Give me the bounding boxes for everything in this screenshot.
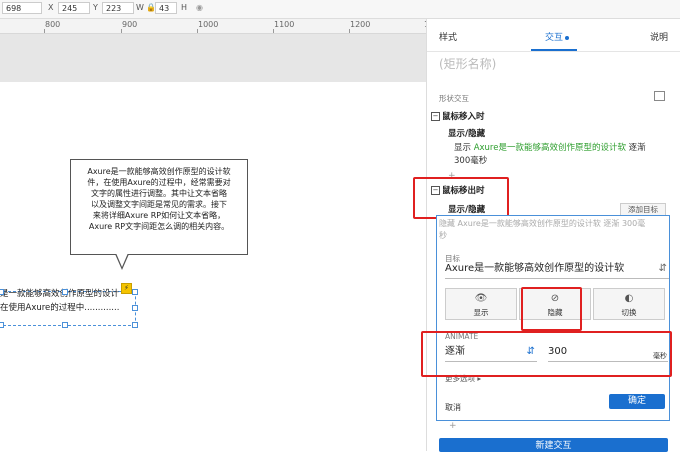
action-summary: 隐藏 Axure是一款能够高效创作原型的设计软 逐渐 300毫 秒 bbox=[439, 218, 667, 242]
property-toolbar: 698 X 245 Y 223 W 🔒 43 H ◉ bbox=[0, 0, 680, 19]
shape-name-field[interactable]: (矩形名称) bbox=[439, 55, 496, 72]
callout-line: Axure RP文字间距怎么调的相关内容。 bbox=[88, 222, 230, 231]
ruler-label: 1200 bbox=[350, 20, 371, 29]
highlight-box bbox=[421, 331, 672, 377]
w-label: W bbox=[136, 3, 144, 12]
x-field[interactable]: 698 bbox=[2, 2, 42, 14]
eye-icon[interactable]: ◉ bbox=[196, 2, 203, 14]
ruler-label: 900 bbox=[122, 20, 138, 29]
callout-line: 以及调整文字间距是常见的需求。接下 bbox=[91, 200, 227, 209]
ruler-label: 1000 bbox=[198, 20, 219, 29]
add-interaction-icon[interactable]: + bbox=[449, 421, 457, 431]
ruler-label: 800 bbox=[45, 20, 61, 29]
callout-line: Axure是一款能够高效创作原型的设计软 bbox=[87, 167, 231, 176]
tab-interactions[interactable]: 交互 bbox=[545, 30, 570, 43]
callout-line: 来将详细Axure RP如何让文本省略， bbox=[92, 211, 226, 220]
action-duration: 300毫秒 bbox=[454, 156, 488, 166]
tab-notes[interactable]: 说明 bbox=[650, 30, 668, 43]
tab-style[interactable]: 样式 bbox=[439, 30, 457, 43]
select-arrows-icon: ⇵ bbox=[658, 263, 667, 274]
resize-handle[interactable] bbox=[132, 305, 138, 311]
cancel-button[interactable]: 取消 bbox=[445, 402, 461, 413]
action-target: Axure是一款能够高效创作原型的设计软 bbox=[473, 143, 626, 153]
y-label: Y bbox=[93, 3, 98, 12]
resize-handle[interactable] bbox=[62, 322, 68, 328]
w-field[interactable]: 223 bbox=[102, 2, 134, 14]
h-field[interactable]: 43 bbox=[155, 2, 177, 14]
selected-rectangle-text: 是一款能够高效创作原型的设计 在使用Axure的过程中............. bbox=[0, 287, 119, 315]
highlight-box bbox=[521, 287, 582, 331]
h-label: H bbox=[181, 3, 188, 12]
confirm-button[interactable]: 确定 bbox=[609, 394, 665, 409]
show-button[interactable]: 👁 显示 bbox=[445, 288, 517, 320]
eye-icon: 👁 bbox=[474, 293, 488, 304]
resize-handle[interactable] bbox=[132, 322, 138, 328]
x-label: X bbox=[48, 3, 54, 12]
callout-line: 件，在使用Axure的过程中，经常需要对 bbox=[87, 178, 231, 187]
section-header: 形状交互 bbox=[439, 94, 469, 103]
toggle-button[interactable]: ◐ 切换 bbox=[593, 288, 665, 320]
callout-shape[interactable]: Axure是一款能够高效创作原型的设计软 件，在使用Axure的过程中，经常需要… bbox=[70, 159, 248, 255]
active-dot-icon bbox=[565, 35, 570, 40]
selected-text-line1: 是一款能够高效创作原型的设计 bbox=[0, 289, 120, 299]
action-summary-line1: 隐藏 Axure是一款能够高效创作原型的设计软 逐渐 300毫 bbox=[439, 219, 646, 228]
callout-line: 文字的属性进行调整。其中让文本省略 bbox=[91, 189, 227, 198]
toggle-button-label: 切换 bbox=[621, 308, 637, 317]
action-detail[interactable]: 显示 Axure是一款能够高效创作原型的设计软 逐渐 300毫秒 bbox=[454, 142, 674, 168]
ruler-label: 1100 bbox=[274, 20, 295, 29]
selected-text-line2: 在使用Axure的过程中............. bbox=[0, 303, 120, 313]
event-mouse-enter[interactable]: 鼠标移入时 bbox=[442, 110, 485, 122]
new-interaction-button[interactable]: 新建交互 bbox=[439, 438, 668, 452]
resize-handle[interactable] bbox=[0, 322, 4, 328]
inspector-panel: 样式 交互 说明 (矩形名称) 形状交互 − 鼠标移入时 显示/隐藏 显示 Ax… bbox=[413, 19, 680, 452]
horizontal-ruler: 800 900 1000 1100 1200 1300 bbox=[0, 19, 444, 34]
lightning-icon: ⚡ bbox=[121, 283, 132, 294]
design-canvas[interactable]: 800 900 1000 1100 1200 1300 Axure是一款能够高效… bbox=[0, 19, 444, 451]
callout-tail-fill bbox=[116, 253, 128, 267]
panel-tabs: 样式 交互 说明 bbox=[427, 19, 680, 52]
show-button-label: 显示 bbox=[473, 308, 489, 317]
resize-handle[interactable] bbox=[0, 289, 4, 295]
collapse-icon[interactable]: − bbox=[431, 112, 440, 121]
action-verb: 显示 bbox=[454, 143, 474, 153]
action-show-hide[interactable]: 显示/隐藏 bbox=[448, 127, 485, 139]
highlight-box bbox=[413, 177, 509, 219]
resize-handle[interactable] bbox=[62, 289, 68, 295]
expand-icon[interactable] bbox=[654, 91, 665, 101]
action-animation: 逐渐 bbox=[625, 143, 646, 153]
canvas-gray-area bbox=[0, 34, 426, 82]
action-summary-line2: 秒 bbox=[439, 231, 447, 240]
y-field[interactable]: 245 bbox=[58, 2, 90, 14]
target-select-value: Axure是一款能够高效创作原型的设计软 bbox=[445, 263, 625, 274]
active-tab-indicator bbox=[531, 49, 577, 51]
eye-toggle-icon: ◐ bbox=[624, 293, 634, 304]
resize-handle[interactable] bbox=[132, 289, 138, 295]
target-select[interactable]: Axure是一款能够高效创作原型的设计软 ⇵ bbox=[445, 261, 669, 279]
tab-interactions-label: 交互 bbox=[545, 33, 564, 43]
